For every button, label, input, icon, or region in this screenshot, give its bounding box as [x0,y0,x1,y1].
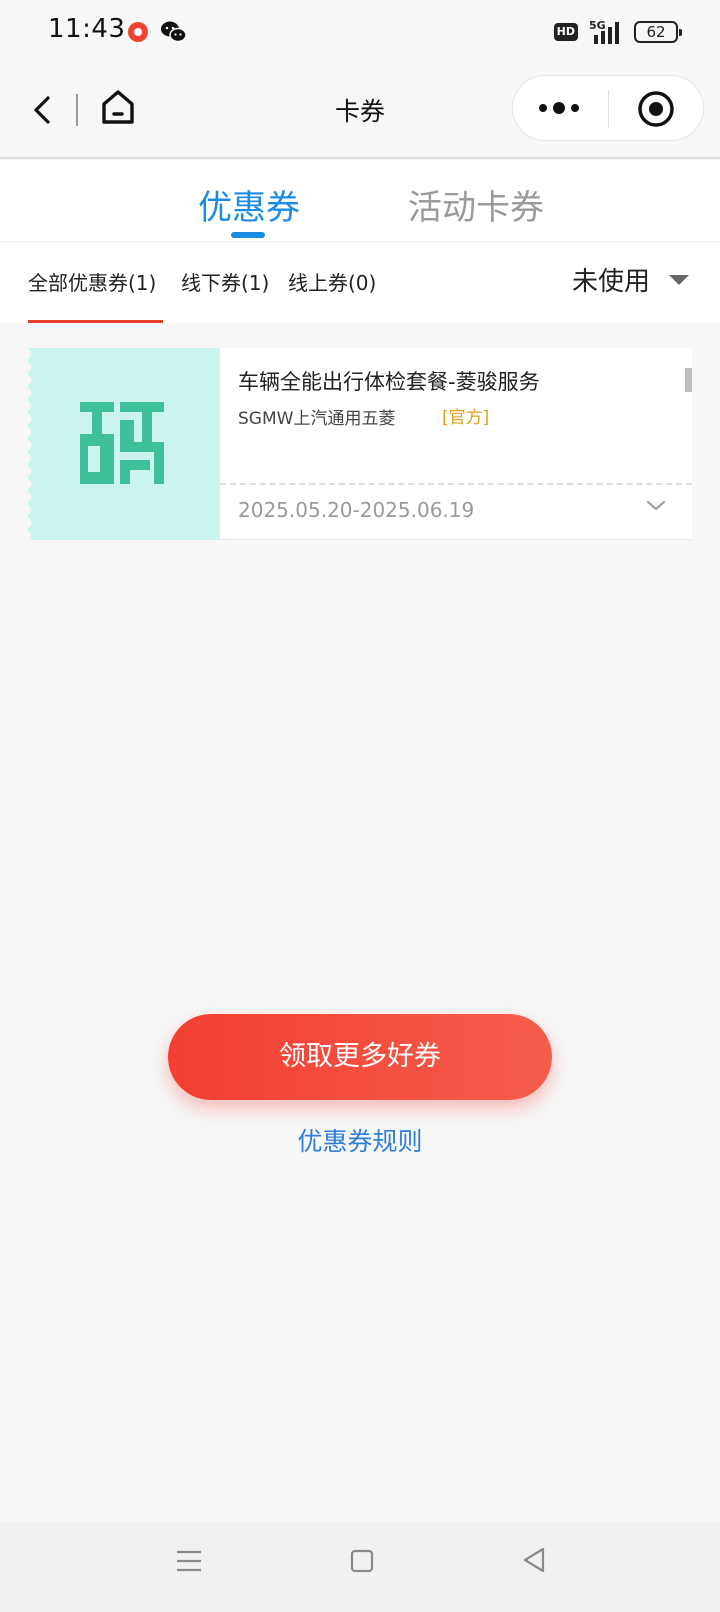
official-tag: [官方] [442,408,490,428]
status-bar: 11:43 HD 5G 62 [0,0,720,64]
subtab-offline-coupons[interactable]: 线下券(1) [181,267,269,296]
coupon-card[interactable]: 车辆全能出行体检套餐-菱骏服务 SGMW上汽通用五菱 [官方] 2025.05.… [26,348,692,540]
sub-tabs: 全部优惠券(1) 线下券(1) 线上券(0) 未使用 [0,243,720,323]
system-nav-bar [0,1522,720,1612]
hd-badge: HD [553,23,578,41]
more-icon[interactable] [537,98,583,118]
back-triangle-icon[interactable] [522,1546,546,1574]
wechat-icon [161,21,187,43]
coupon-scrollbar [685,368,692,392]
miniapp-capsule [512,75,704,141]
coupon-merchant: SGMW上汽通用五菱 [238,409,396,429]
active-subtab-indicator [28,320,163,323]
coupon-stub [26,348,220,540]
tab-activity-cards[interactable]: 活动卡券 [408,180,544,229]
subtab-online-coupons[interactable]: 线上券(0) [288,267,376,296]
code-icon [80,402,164,484]
tab-coupons[interactable]: 优惠券 [198,180,300,229]
nav-bar: 卡券 [0,64,720,159]
subtab-all-coupons[interactable]: 全部优惠券(1) [28,267,156,296]
get-more-coupons-button[interactable]: 领取更多好券 [168,1014,552,1100]
coupon-rules-link[interactable]: 优惠券规则 [0,1122,720,1158]
coupon-divider [220,483,692,485]
home-square-icon[interactable] [350,1548,374,1574]
status-filter-dropdown[interactable]: 未使用 [572,261,650,298]
chevron-down-icon[interactable] [646,500,666,512]
notification-app-icon [128,22,148,42]
close-miniapp-icon[interactable] [637,90,675,128]
menu-icon[interactable] [176,1548,202,1574]
main-tabs: 优惠券 活动卡券 [0,160,720,242]
capsule-divider [608,90,609,128]
network-type-label: 5G [589,19,606,32]
coupon-title: 车辆全能出行体检套餐-菱骏服务 [238,370,540,394]
coupon-validity: 2025.05.20-2025.06.19 [238,498,475,522]
status-time: 11:43 [48,14,126,44]
battery-indicator: 62 [634,21,682,43]
signal-icon: 5G [589,19,619,44]
caret-down-icon[interactable] [669,275,689,285]
active-tab-indicator [231,232,265,238]
